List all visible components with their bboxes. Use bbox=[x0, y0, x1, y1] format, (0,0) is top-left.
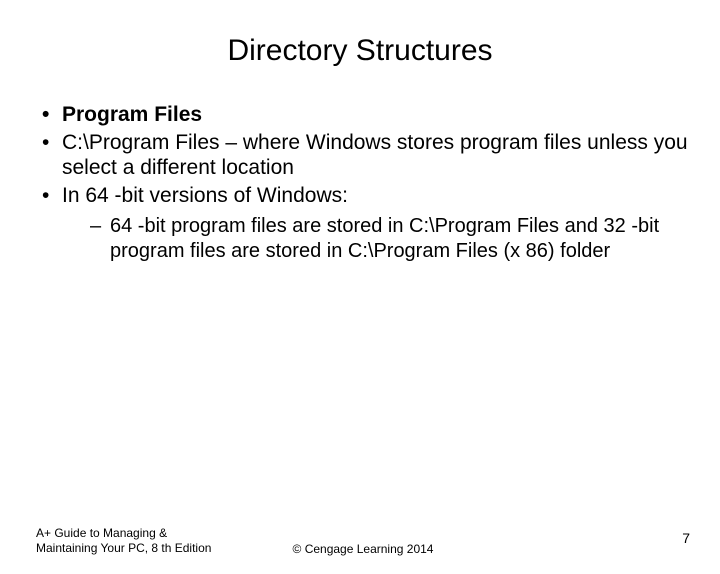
bullet-list: Program Files C:\Program Files – where W… bbox=[36, 102, 690, 263]
bullet-item: Program Files bbox=[36, 102, 690, 128]
footer: A+ Guide to Managing & Maintaining Your … bbox=[36, 526, 690, 556]
bullet-text: In 64 -bit versions of Windows: bbox=[62, 184, 348, 207]
slide-content: Program Files C:\Program Files – where W… bbox=[36, 102, 690, 263]
bullet-item: C:\Program Files – where Windows stores … bbox=[36, 130, 690, 181]
sub-bullet-list: 64 -bit program files are stored in C:\P… bbox=[88, 214, 690, 263]
footer-center: © Cengage Learning 2014 bbox=[36, 542, 690, 556]
bullet-text: C:\Program Files – where Windows stores … bbox=[62, 131, 688, 180]
slide-title: Directory Structures bbox=[0, 34, 720, 68]
bullet-text: Program Files bbox=[62, 103, 202, 126]
bullet-item: In 64 -bit versions of Windows: 64 -bit … bbox=[36, 183, 690, 263]
sub-bullet-item: 64 -bit program files are stored in C:\P… bbox=[88, 214, 690, 263]
slide: Directory Structures Program Files C:\Pr… bbox=[0, 34, 720, 574]
sub-bullet-text: 64 -bit program files are stored in C:\P… bbox=[110, 215, 659, 261]
